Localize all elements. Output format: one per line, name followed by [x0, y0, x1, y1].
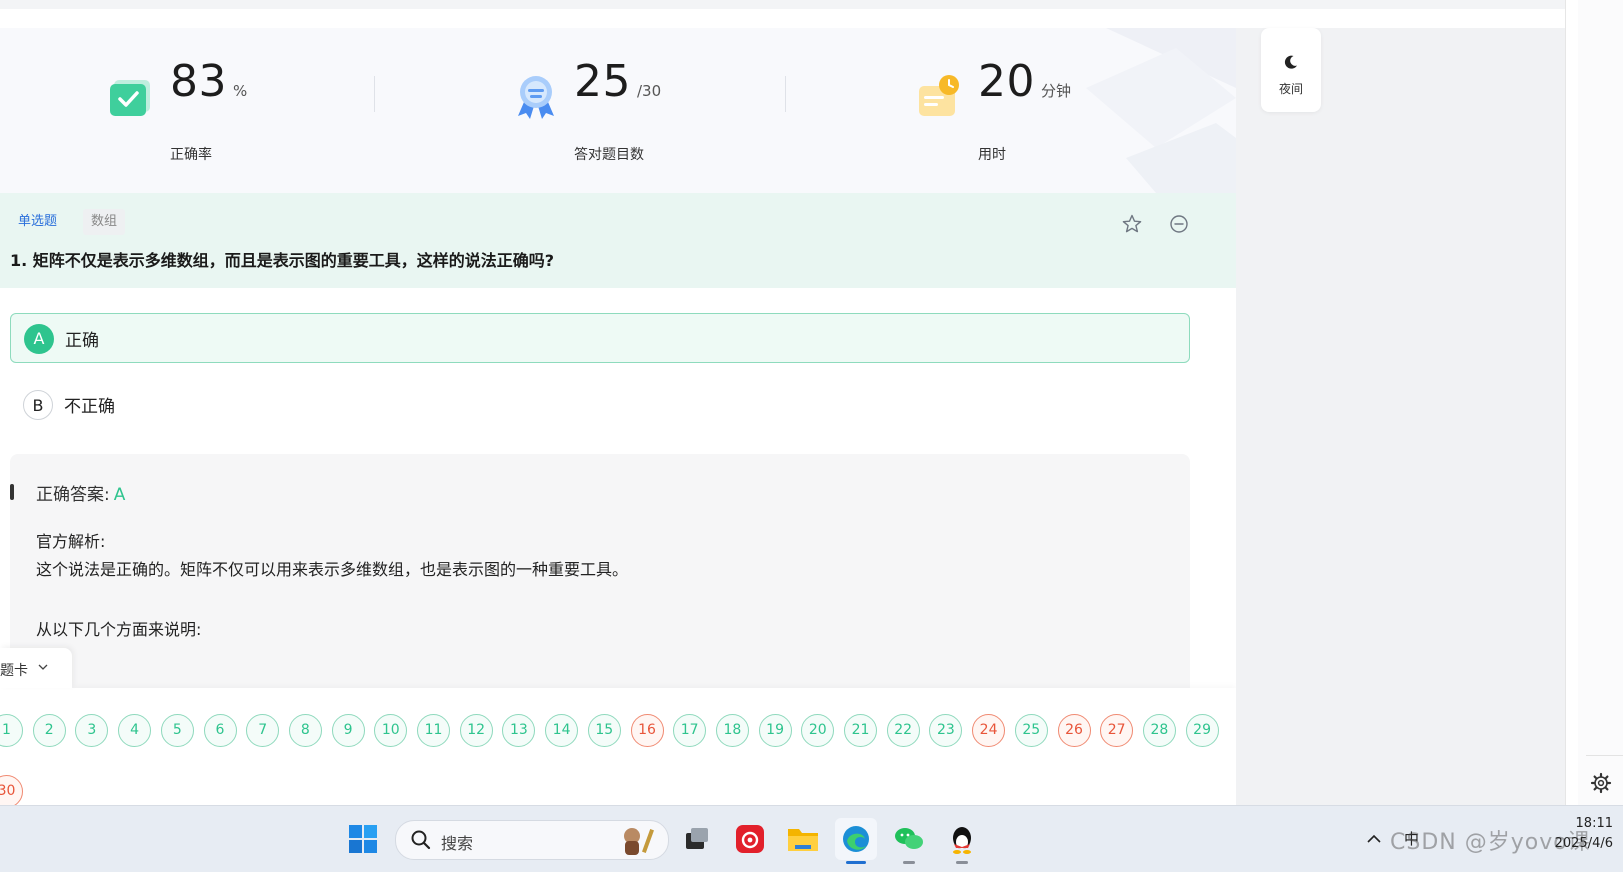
- question-number-6[interactable]: 6: [203, 714, 237, 747]
- taskbar-app-edge[interactable]: [835, 818, 877, 864]
- question-number-20[interactable]: 20: [801, 714, 835, 747]
- question-category-tag: 数组: [83, 209, 126, 235]
- answer-card-label: 题卡: [0, 663, 28, 679]
- answer-card-panel: 1 2 3 4 5 6 7 8 9 10 11 12 13 14 15 16 17 18 19 20 21 22 23 24 2…: [0, 688, 1236, 805]
- question-number-17[interactable]: 17: [673, 714, 707, 747]
- qq-penguin-icon: [953, 827, 971, 854]
- task-view-icon: [686, 828, 708, 849]
- accuracy-label: 正确率: [170, 147, 212, 163]
- night-mode-button[interactable]: 夜间: [1261, 28, 1321, 112]
- question-number-3[interactable]: 3: [75, 714, 109, 747]
- question-number-24[interactable]: 24: [972, 714, 1006, 747]
- accuracy-value: 83%: [170, 56, 248, 107]
- taskbar-app-explorer[interactable]: [782, 818, 824, 860]
- folder-icon: [788, 829, 818, 851]
- option-a[interactable]: A 正确: [10, 313, 1190, 363]
- wechat-icon: [895, 828, 923, 849]
- correct-answer: 正确答案: A: [36, 485, 126, 505]
- windows-logo-icon: [349, 825, 377, 853]
- minus-circle-icon[interactable]: [1168, 213, 1190, 235]
- browser-top-strip: [0, 0, 1565, 9]
- question-number-8[interactable]: 8: [288, 714, 322, 747]
- question-number-10[interactable]: 10: [374, 714, 408, 747]
- scrollbar-track[interactable]: [1565, 0, 1579, 805]
- question-number-13[interactable]: 13: [502, 714, 536, 747]
- star-icon[interactable]: [1121, 213, 1143, 235]
- official-explanation-label: 官方解析:: [36, 532, 106, 551]
- explanation-paragraph: 这个说法是正确的。矩阵不仅可以用来表示多维数组，也是表示图的一种重要工具。: [36, 560, 629, 579]
- system-clock[interactable]: 18:11 2025/4/6: [1555, 814, 1613, 854]
- chevron-up-icon[interactable]: [1367, 834, 1381, 844]
- time-label: 用时: [978, 147, 1006, 163]
- option-text: 不正确: [64, 397, 115, 417]
- search-placeholder: 搜索: [441, 834, 474, 853]
- header-decoration: [1086, 28, 1236, 193]
- question-number-27[interactable]: 27: [1100, 714, 1134, 747]
- timer-icon: [919, 75, 959, 116]
- moon-icon: [1284, 55, 1297, 69]
- question-number-4[interactable]: 4: [118, 714, 152, 747]
- question-number-23[interactable]: 23: [929, 714, 963, 747]
- stats-header: 83% 正确率 25/30 答对题目数 20 分钟 用时: [0, 28, 1236, 193]
- question-number-9[interactable]: 9: [331, 714, 365, 747]
- stat-divider: [785, 76, 786, 112]
- question-number-19[interactable]: 19: [758, 714, 792, 747]
- question-number-30[interactable]: 30: [0, 775, 23, 805]
- explanation-partial-line: 从以下几个方面来说明:: [36, 620, 202, 639]
- question-number-15[interactable]: 15: [587, 714, 621, 747]
- side-panel: [1578, 0, 1623, 805]
- taskbar-app-music[interactable]: [729, 818, 771, 860]
- edge-browser-icon: [843, 826, 869, 852]
- check-shield-icon: [110, 80, 150, 116]
- answer-card-toggle[interactable]: 题卡: [0, 648, 72, 688]
- question-header: 单选题 数组 1. 矩阵不仅是表示多维数组，而且是表示图的重要工具，这样的说法正…: [0, 193, 1236, 288]
- question-number-7[interactable]: 7: [246, 714, 280, 747]
- start-button[interactable]: [342, 818, 384, 860]
- question-number-26[interactable]: 26: [1057, 714, 1091, 747]
- question-number-28[interactable]: 28: [1142, 714, 1176, 747]
- gear-icon[interactable]: [1590, 772, 1612, 794]
- question-title: 1. 矩阵不仅是表示多维数组，而且是表示图的重要工具，这样的说法正确吗?: [10, 251, 555, 270]
- question-number-12[interactable]: 12: [459, 714, 493, 747]
- question-number-25[interactable]: 25: [1014, 714, 1048, 747]
- taskbar-app-taskview[interactable]: [676, 818, 718, 860]
- option-letter: B: [23, 390, 53, 420]
- question-number-22[interactable]: 22: [886, 714, 920, 747]
- browser-content-top: [0, 9, 1565, 28]
- option-b[interactable]: B 不正确: [10, 380, 1190, 430]
- chevron-down-icon: [38, 664, 48, 670]
- question-type-tag: 单选题: [18, 214, 58, 229]
- question-number-18[interactable]: 18: [715, 714, 749, 747]
- question-number-16[interactable]: 16: [630, 714, 664, 747]
- question-number-14[interactable]: 14: [545, 714, 579, 747]
- netease-music-icon: [736, 825, 764, 853]
- question-number-2[interactable]: 2: [32, 714, 66, 747]
- time-value: 20 分钟: [978, 56, 1072, 107]
- question-number-21[interactable]: 21: [844, 714, 877, 747]
- quiz-result-panel: 83% 正确率 25/30 答对题目数 20 分钟 用时 单选题 数组 1. 矩…: [0, 28, 1236, 805]
- question-number-5[interactable]: 5: [160, 714, 194, 747]
- night-mode-label: 夜间: [1278, 82, 1303, 96]
- taskbar-app-wechat[interactable]: [888, 818, 930, 864]
- question-number-11[interactable]: 11: [417, 714, 450, 747]
- search-icon: [411, 830, 431, 850]
- question-number-1[interactable]: 1: [0, 714, 23, 747]
- option-letter: A: [24, 324, 54, 354]
- stat-divider: [374, 76, 375, 112]
- question-number-29[interactable]: 29: [1185, 714, 1219, 747]
- search-highlight-icon: [624, 828, 654, 855]
- windows-taskbar: 搜索 中 CSDN @岁yovo课 18:11 2025/4/6: [0, 805, 1623, 872]
- section-marker: [10, 484, 14, 500]
- answered-value: 25/30: [574, 56, 662, 107]
- medal-icon: [518, 76, 554, 119]
- taskbar-search[interactable]: 搜索: [395, 820, 669, 860]
- answered-label: 答对题目数: [574, 147, 644, 163]
- taskbar-app-qq[interactable]: [941, 818, 983, 864]
- option-text: 正确: [65, 331, 99, 351]
